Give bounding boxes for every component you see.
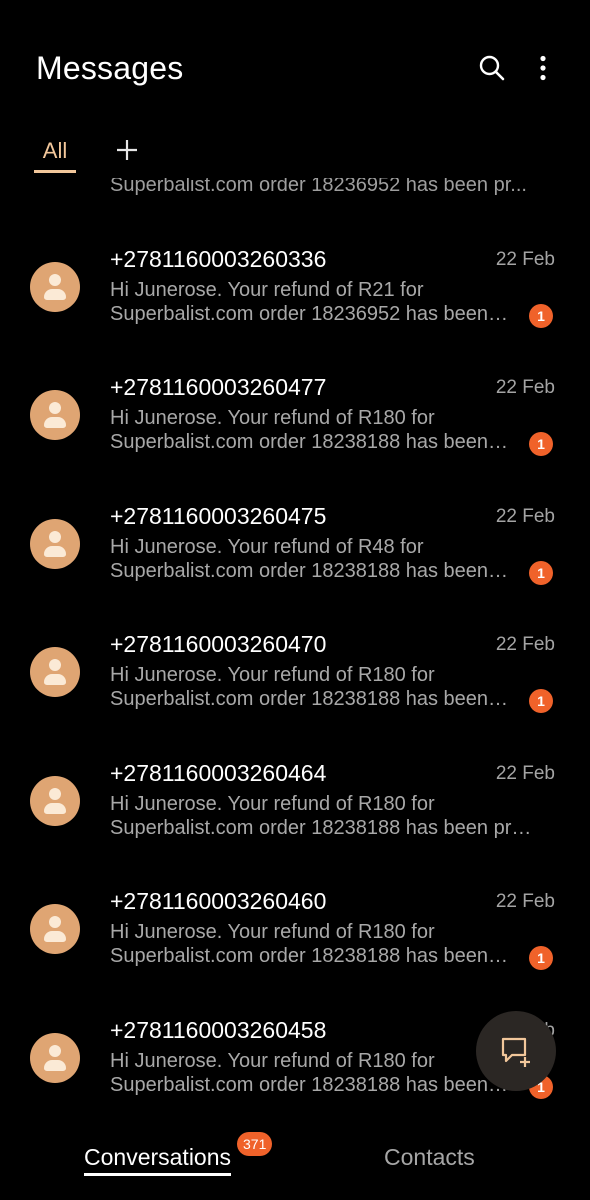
tab-contacts[interactable]: Contacts (384, 1144, 475, 1171)
message-date: 22 Feb (495, 891, 555, 912)
avatar (30, 262, 80, 312)
bottom-navigation: Conversations 371 Contacts (0, 1120, 590, 1200)
avatar (30, 647, 80, 697)
tab-conversations[interactable]: Conversations (84, 1144, 232, 1176)
message-snippet-line1: Hi Junerose. Your refund of R180 for (110, 407, 435, 429)
new-message-button[interactable] (476, 1011, 556, 1091)
conversation-list[interactable]: Superbalist.com order 18236952 has been … (0, 178, 590, 1110)
avatar (30, 390, 80, 440)
conversations-count-badge: 371 (237, 1132, 273, 1156)
more-options-button[interactable] (523, 48, 563, 88)
conversation-item[interactable]: +2781160003260475 22 Feb Hi Junerose. Yo… (0, 435, 590, 585)
sender-number: +2781160003260336 (110, 246, 327, 272)
message-snippet-line1: Hi Junerose. Your refund of R180 for (110, 921, 435, 943)
app-bar: Messages (0, 0, 590, 130)
tab-all[interactable]: All (34, 138, 76, 173)
message-date: 22 Feb (495, 634, 555, 655)
sender-number: +2781160003260458 (110, 1017, 327, 1043)
message-snippet-line2: Superbalist.com order 18238188 has been… (110, 1074, 509, 1096)
message-date: 22 Feb (495, 249, 555, 270)
avatar (30, 776, 80, 826)
more-vertical-icon (540, 55, 546, 81)
search-button[interactable] (472, 48, 512, 88)
sender-number: +2781160003260470 (110, 631, 327, 657)
category-tabs: All (0, 130, 590, 178)
avatar (30, 519, 80, 569)
message-snippet-line1: Hi Junerose. Your refund of R21 for (110, 279, 424, 301)
message-snippet-line1: Hi Junerose. Your refund of R48 for (110, 536, 424, 558)
plus-icon (117, 140, 137, 160)
conversation-item[interactable]: +2781160003260336 22 Feb Hi Junerose. Yo… (0, 178, 590, 328)
sender-number: +2781160003260475 (110, 503, 327, 529)
search-icon (479, 55, 505, 81)
add-category-button[interactable] (111, 134, 143, 166)
conversation-item[interactable]: +2781160003260460 22 Feb Hi Junerose. Yo… (0, 820, 590, 970)
sender-number: +2781160003260460 (110, 888, 327, 914)
message-date: 22 Feb (495, 377, 555, 398)
new-message-icon (501, 1037, 530, 1067)
conversation-item[interactable]: +2781160003260477 22 Feb Hi Junerose. Yo… (0, 306, 590, 456)
avatar (30, 904, 80, 954)
message-snippet-line1: Hi Junerose. Your refund of R180 for (110, 1050, 435, 1072)
avatar (30, 1033, 80, 1083)
sender-number: +2781160003260464 (110, 760, 327, 786)
message-date: 22 Feb (495, 763, 555, 784)
conversation-item[interactable]: +2781160003260464 22 Feb Hi Junerose. Yo… (0, 692, 590, 839)
conversation-item[interactable]: +2781160003260470 22 Feb Hi Junerose. Yo… (0, 563, 590, 713)
message-date: 22 Feb (495, 506, 555, 527)
page-title: Messages (36, 50, 184, 86)
message-snippet-line1: Hi Junerose. Your refund of R180 for (110, 793, 435, 815)
sender-number: +2781160003260477 (110, 374, 327, 400)
message-snippet-line1: Hi Junerose. Your refund of R180 for (110, 664, 435, 686)
